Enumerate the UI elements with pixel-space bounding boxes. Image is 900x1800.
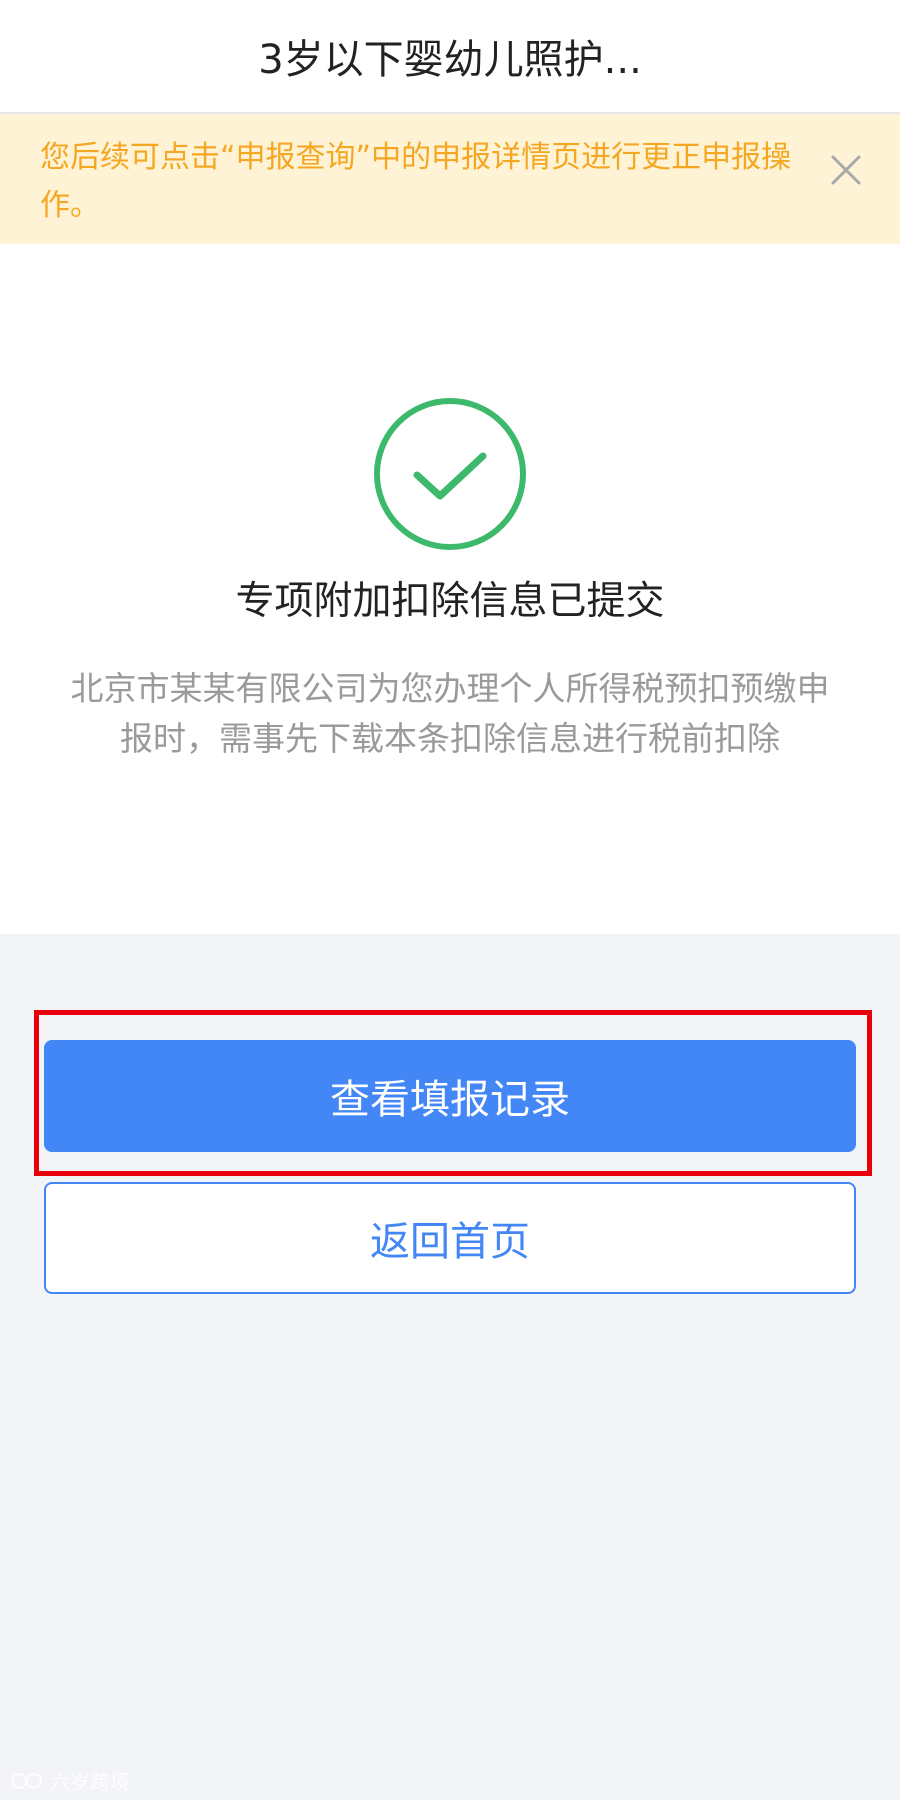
notice-text: 您后续可点击“申报查询”中的申报详情页进行更正申报操作。 [40,140,792,223]
watermark-logo-icon [11,1772,42,1789]
result-title: 专项附加扣除信息已提交 [235,579,665,624]
close-icon[interactable] [818,142,874,198]
check-circle-icon [372,396,528,552]
watermark: 六岁跨境 [10,1766,130,1795]
nav-bar: 3岁以下婴幼儿照护... [0,0,900,114]
page-title: 3岁以下婴幼儿照护... [258,37,642,83]
notice-banner: 您后续可点击“申报查询”中的申报详情页进行更正申报操作。 [0,114,900,244]
result-card: 专项附加扣除信息已提交 北京市某某有限公司为您办理个人所得税预扣预缴申报时，需事… [0,244,900,934]
back-home-button[interactable]: 返回首页 [44,1182,856,1294]
view-records-button[interactable]: 查看填报记录 [44,1040,856,1152]
watermark-text: 六岁跨境 [50,1770,130,1794]
result-description: 北京市某某有限公司为您办理个人所得税预扣预缴申报时，需事先下载本条扣除信息进行税… [70,669,830,758]
